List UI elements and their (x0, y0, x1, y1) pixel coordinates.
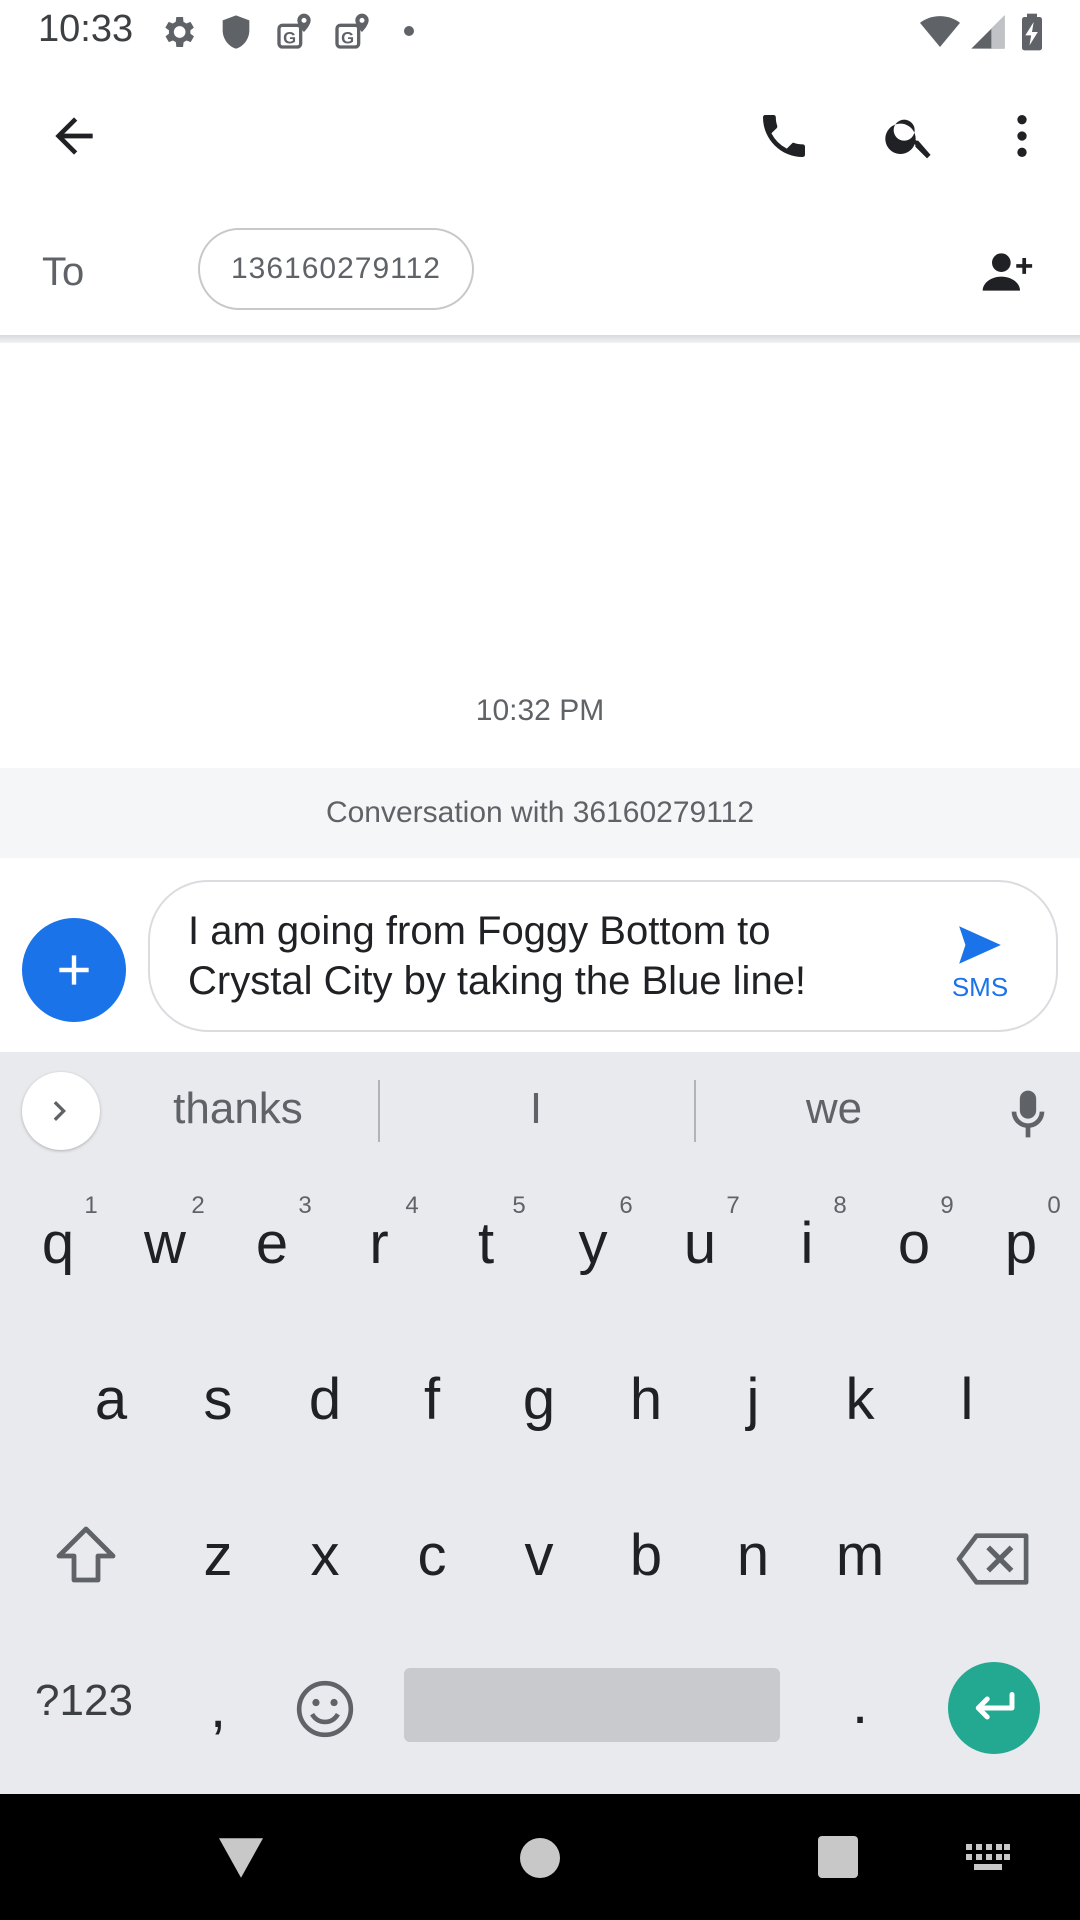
suggestion-1[interactable]: thanks (88, 1084, 388, 1134)
svg-text:G: G (283, 29, 296, 48)
arrow-back-icon (55, 117, 93, 155)
emoji-icon (296, 1680, 354, 1738)
message-text[interactable]: I am going from Foggy Bottom to Crystal … (188, 906, 868, 1006)
recipient-row (0, 205, 1080, 335)
suggestion-3[interactable]: we (684, 1084, 984, 1134)
location-g-icon: G (274, 12, 314, 52)
wifi-icon (920, 12, 960, 52)
key-v[interactable]: v (499, 1522, 579, 1589)
key-i[interactable]: i (767, 1210, 847, 1277)
status-time: 10:33 (38, 8, 134, 50)
key-d[interactable]: d (285, 1366, 365, 1433)
divider (0, 335, 1080, 343)
backspace-key[interactable] (952, 1524, 1036, 1594)
key-k[interactable]: k (820, 1366, 900, 1433)
attach-button[interactable] (22, 918, 126, 1022)
send-button[interactable]: SMS (940, 920, 1020, 1020)
microphone-icon (1011, 1090, 1045, 1138)
signal-icon (968, 12, 1008, 52)
shift-key[interactable] (50, 1520, 122, 1592)
key-c[interactable]: c (392, 1522, 472, 1589)
key-q[interactable]: q (18, 1210, 98, 1277)
location-g-icon: G (332, 12, 372, 52)
spacebar[interactable] (404, 1668, 780, 1742)
back-button[interactable] (34, 96, 114, 176)
to-label: To (42, 250, 85, 294)
key-t[interactable]: t (446, 1210, 526, 1277)
key-f[interactable]: f (392, 1366, 472, 1433)
symbols-key[interactable]: ?123 (24, 1676, 144, 1726)
dot-icon (404, 26, 414, 36)
key-a[interactable]: a (71, 1366, 151, 1433)
key-o[interactable]: o (874, 1210, 954, 1277)
period-key[interactable]: . (820, 1670, 900, 1737)
key-b[interactable]: b (606, 1522, 686, 1589)
key-l[interactable]: l (927, 1366, 1007, 1433)
send-label: SMS (951, 972, 1009, 1002)
key-s[interactable]: s (178, 1366, 258, 1433)
key-x[interactable]: x (285, 1522, 365, 1589)
comma-key[interactable]: , (178, 1674, 258, 1741)
key-z[interactable]: z (178, 1522, 258, 1589)
add-person-icon (982, 253, 1033, 291)
backspace-icon (956, 1533, 1029, 1585)
chevron-right-icon (53, 1101, 66, 1121)
voice-input-button[interactable] (1000, 1082, 1056, 1146)
nav-back-button[interactable] (214, 1836, 268, 1880)
key-w[interactable]: w (125, 1210, 205, 1277)
keyboard-switch-button[interactable] (966, 1844, 1010, 1872)
shield-icon (216, 12, 256, 52)
message-timestamp: 10:32 PM (475, 694, 605, 727)
key-m[interactable]: m (820, 1522, 900, 1589)
key-u[interactable]: u (660, 1210, 740, 1277)
conversation-banner: Conversation with 36160279112 (0, 768, 1080, 858)
more-options-button[interactable] (982, 96, 1062, 176)
call-button[interactable] (744, 96, 824, 176)
recipient-chip[interactable]: 136160279112 (198, 228, 474, 310)
more-vert-icon (1017, 115, 1027, 157)
suggestion-2[interactable]: I (386, 1084, 686, 1134)
key-y[interactable]: y (553, 1210, 633, 1277)
enter-arrow-icon (975, 1692, 1015, 1720)
key-h[interactable]: h (606, 1366, 686, 1433)
key-p[interactable]: p (981, 1210, 1061, 1277)
search-button[interactable] (870, 96, 950, 176)
back-triangle-icon (219, 1838, 263, 1878)
send-icon (959, 926, 1001, 964)
search-icon (885, 119, 931, 159)
key-e[interactable]: e (232, 1210, 312, 1277)
keyboard-icon (966, 1844, 1010, 1870)
battery-charging-icon (1012, 12, 1052, 52)
settings-icon (158, 12, 198, 52)
emoji-key[interactable] (294, 1678, 356, 1740)
key-n[interactable]: n (713, 1522, 793, 1589)
divider (378, 1080, 380, 1142)
home-circle-icon[interactable] (520, 1838, 560, 1878)
key-g[interactable]: g (499, 1366, 579, 1433)
plus-icon (59, 955, 89, 985)
shift-icon (56, 1526, 116, 1583)
recents-square-icon[interactable] (818, 1836, 858, 1878)
enter-key[interactable] (948, 1662, 1040, 1754)
add-recipient-button[interactable] (966, 232, 1046, 312)
key-j[interactable]: j (713, 1366, 793, 1433)
svg-text:G: G (341, 29, 354, 48)
phone-icon (763, 115, 805, 157)
key-r[interactable]: r (339, 1210, 419, 1277)
